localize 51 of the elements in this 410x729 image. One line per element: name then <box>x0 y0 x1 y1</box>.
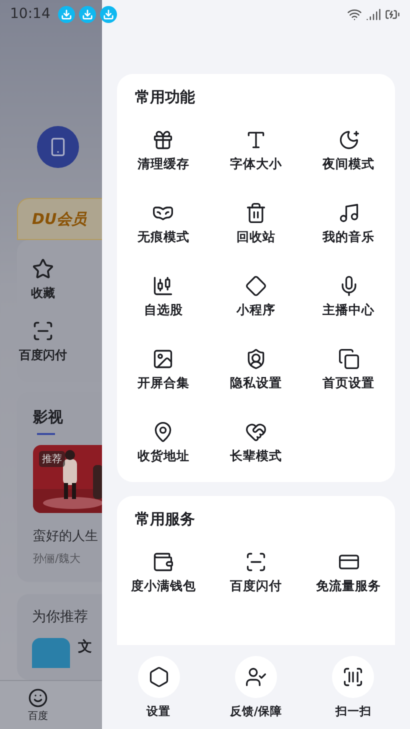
diamond-icon[interactable] <box>244 274 267 296</box>
wifi-icon <box>347 6 362 22</box>
status-time: 10:14 <box>10 6 50 22</box>
shortcut-label[interactable]: 百度闪付 <box>19 347 67 364</box>
action-button[interactable]: 反馈/保障 <box>216 656 296 718</box>
video-cast: 孙俪/魏大 <box>33 551 82 566</box>
section-title: 常用服务 <box>135 510 195 529</box>
section-title: 常用功能 <box>135 88 195 107</box>
menu-item-label[interactable]: 开屏合集 <box>137 374 190 392</box>
avatar[interactable] <box>37 126 79 168</box>
menu-item-label[interactable]: 免流量服务 <box>316 578 382 594</box>
menu-item-label[interactable]: 我的音乐 <box>322 228 375 246</box>
menu-item-label[interactable]: 夜间模式 <box>322 156 375 172</box>
menu-item-label[interactable]: 回收站 <box>236 228 276 246</box>
tag: 推荐 <box>39 451 65 467</box>
menu-item-label[interactable]: 主播中心 <box>322 302 375 318</box>
tab[interactable]: 百度 <box>28 681 48 729</box>
trash-icon[interactable] <box>244 202 267 224</box>
menu-item-label[interactable]: 度小满钱包 <box>130 578 196 594</box>
gift-icon[interactable] <box>152 128 174 150</box>
menu-item-label[interactable]: 小程序 <box>236 302 276 318</box>
scan-icon[interactable] <box>32 320 54 342</box>
menu-item-label[interactable]: 隐私设置 <box>230 374 282 392</box>
menu-item-label[interactable]: 清理缓存 <box>137 156 190 172</box>
copy-icon[interactable] <box>338 348 360 370</box>
candlestick-icon[interactable] <box>152 274 174 296</box>
menu-item-label[interactable]: 自选股 <box>144 302 183 318</box>
wallet-icon[interactable] <box>152 550 174 572</box>
menu-item-label[interactable]: 无痕模式 <box>137 228 190 246</box>
video-title[interactable]: 蛮好的人生 <box>33 527 102 545</box>
menu-item-label[interactable]: 收货地址 <box>137 448 190 464</box>
item-title[interactable]: 文 <box>78 638 92 656</box>
shortcut-label[interactable]: 收藏 <box>31 285 55 302</box>
music-icon[interactable] <box>338 202 360 224</box>
menu-item-label[interactable]: 长辈模式 <box>230 448 282 464</box>
settings-icon <box>148 666 170 688</box>
face-icon <box>28 688 48 708</box>
star-icon[interactable] <box>32 258 54 280</box>
vip-label: DU会员 <box>32 210 87 228</box>
menu-item-label[interactable]: 百度闪付 <box>230 578 282 594</box>
menu-item-label[interactable]: 字体大小 <box>230 156 282 172</box>
action-button[interactable]: 扫一扫 <box>313 656 394 718</box>
image-icon[interactable] <box>152 348 174 370</box>
section-title[interactable]: 影视 <box>33 408 102 427</box>
scan-icon <box>342 666 364 688</box>
scan-icon[interactable] <box>244 550 267 572</box>
signal-icon <box>366 6 381 22</box>
section-title: 为你推荐 <box>32 608 89 626</box>
moon-icon[interactable] <box>338 128 360 150</box>
menu-item-label[interactable]: 首页设置 <box>322 374 375 392</box>
action-button[interactable]: 设置 <box>118 656 199 718</box>
